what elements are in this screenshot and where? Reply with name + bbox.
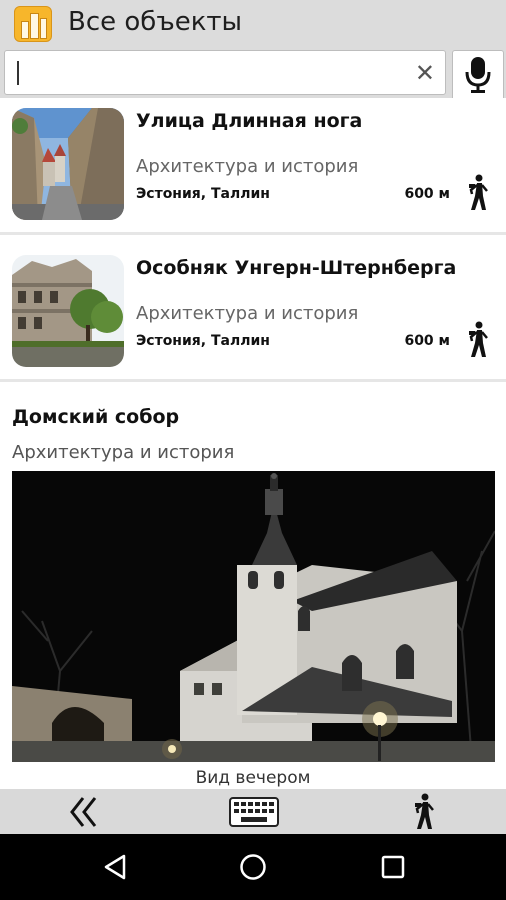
place-photo <box>12 255 124 367</box>
title-bar: Все объекты <box>0 0 506 48</box>
pedestrian-icon <box>415 793 434 829</box>
featured-title: Домский собор <box>12 406 180 428</box>
page-title: Все объекты <box>68 7 243 37</box>
place-category: Архитектура и история <box>136 303 359 324</box>
triangle-back-icon <box>104 854 126 880</box>
list-item[interactable]: Особняк Унгерн-Штернберга Архитектура и … <box>0 245 506 391</box>
square-recents-icon <box>381 855 405 879</box>
bottom-toolbar <box>0 789 506 834</box>
divider <box>0 232 506 235</box>
microphone-icon <box>465 56 491 93</box>
divider <box>0 379 506 382</box>
system-nav-bar <box>0 834 506 900</box>
list-item[interactable]: Улица Длинная нога Архитектура и история… <box>0 98 506 244</box>
circle-home-icon <box>240 854 266 880</box>
keyboard-icon <box>229 796 279 827</box>
pedestrian-icon[interactable] <box>466 174 490 212</box>
walk-mode-button[interactable] <box>402 789 446 834</box>
place-photo <box>12 108 124 220</box>
keyboard-button[interactable] <box>226 789 282 834</box>
place-location: Эстония, Таллин <box>136 186 270 202</box>
search-input[interactable]: ✕ <box>4 50 446 95</box>
back-button[interactable] <box>62 789 106 834</box>
double-chevron-left-icon <box>70 796 97 827</box>
place-category: Архитектура и история <box>136 156 359 177</box>
voice-search-button[interactable] <box>452 50 504 98</box>
place-location: Эстония, Таллин <box>136 333 270 349</box>
featured-category: Архитектура и история <box>12 442 235 463</box>
place-distance: 600 м <box>404 186 450 202</box>
city-buildings-icon <box>14 6 52 42</box>
system-home-button[interactable] <box>218 834 288 900</box>
system-back-button[interactable] <box>80 834 150 900</box>
search-row: ✕ <box>0 48 506 98</box>
pedestrian-icon[interactable] <box>466 321 490 359</box>
place-title: Улица Длинная нога <box>136 110 363 132</box>
featured-photo[interactable] <box>12 471 495 762</box>
photo-caption: Вид вечером <box>195 768 311 788</box>
place-distance: 600 м <box>404 333 450 349</box>
text-caret <box>17 61 19 85</box>
system-recents-button[interactable] <box>358 834 428 900</box>
close-icon[interactable]: ✕ <box>415 59 435 87</box>
place-title: Особняк Унгерн-Штернберга <box>136 257 457 279</box>
